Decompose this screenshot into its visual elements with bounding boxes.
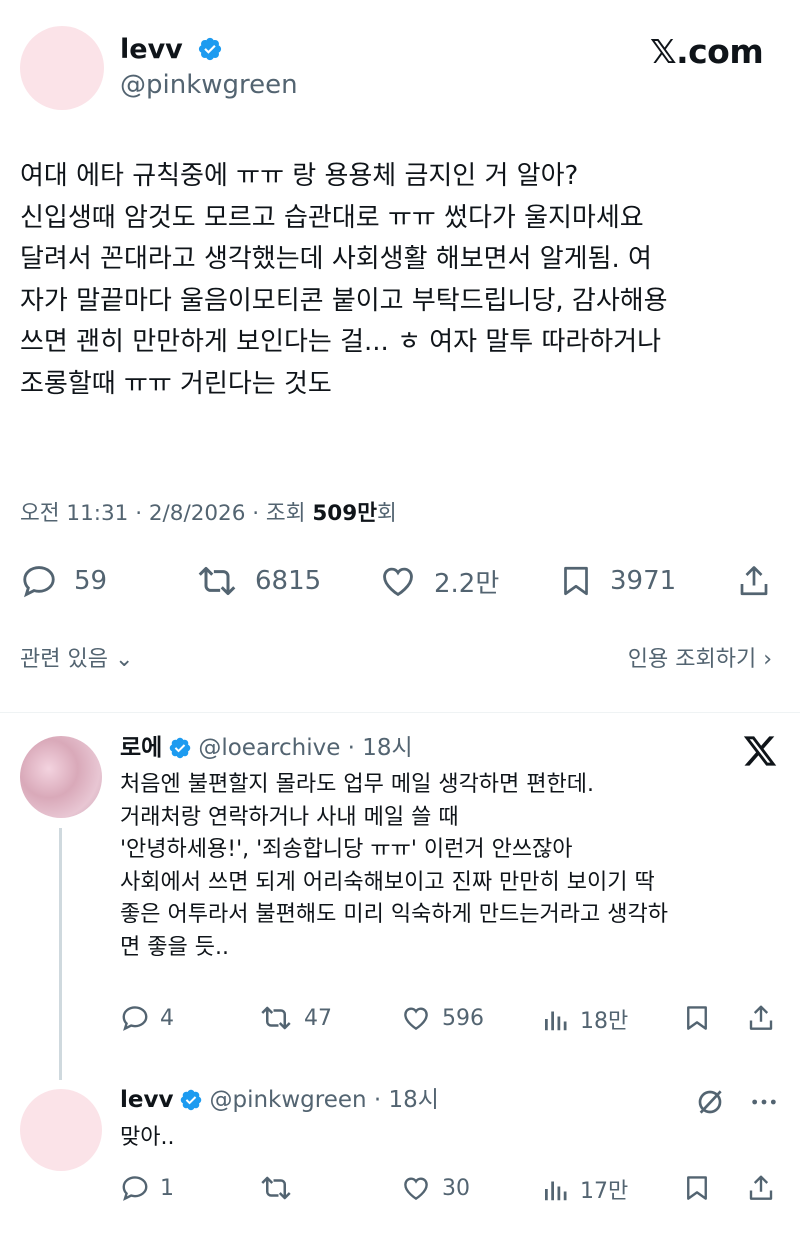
share-icon (749, 1175, 773, 1200)
x-logo-icon: 𝕏.com (650, 32, 764, 71)
reply-icon (122, 1176, 148, 1201)
more-icon[interactable] (748, 1086, 780, 1122)
share-icon (749, 1005, 773, 1030)
reply-line: '안녕하세용!', '죄송합니당 ㅠㅠ' 이런거 안쓰잖아 (120, 837, 573, 862)
retweet-button[interactable]: 47 (258, 1003, 332, 1033)
reply-button[interactable]: 59 (20, 562, 107, 600)
views-button[interactable]: 17만 (540, 1173, 628, 1205)
thread-line (59, 828, 62, 1080)
reply-icon (23, 566, 55, 598)
like-button[interactable]: 596 (400, 1003, 484, 1033)
reply-line: 거래처랑 연락하거나 사내 메일 쓸 때 (120, 804, 459, 830)
share-button[interactable] (746, 1003, 776, 1037)
retweet-icon (261, 1006, 291, 1030)
tweet-meta: 오전 11:31 · 2/8/2026 · 조회 509만회 (20, 499, 397, 529)
bookmark-count: 3971 (610, 566, 677, 596)
like-button[interactable]: 30 (400, 1173, 470, 1203)
views-icon (545, 1011, 567, 1031)
view-suffix: 회 (377, 501, 397, 526)
reply-author-name[interactable]: levv (120, 1085, 173, 1115)
reply-handle-time[interactable]: @loearchive · 18시 (198, 733, 412, 763)
reply-handle-time[interactable]: @pinkwgreen · 18시 (209, 1085, 439, 1115)
like-icon (404, 1177, 428, 1201)
bookmark-button[interactable] (682, 1003, 712, 1037)
reply-line: 처음엔 불편할지 몰라도 업무 메일 생각하면 편한데. (120, 772, 594, 797)
reply-text: 처음엔 불편할지 몰라도 업무 메일 생각하면 편한데. 거래처랑 연락하거나 … (120, 769, 780, 964)
reply-button[interactable]: 1 (120, 1173, 174, 1203)
quote-views-link[interactable]: 인용 조회하기 › (628, 645, 772, 675)
bookmark-button[interactable] (682, 1173, 712, 1207)
like-icon (404, 1007, 428, 1031)
bookmark-button[interactable]: 3971 (558, 562, 676, 600)
reply-count: 1 (160, 1175, 174, 1201)
share-button[interactable] (746, 1173, 776, 1207)
divider (0, 712, 800, 713)
tweet-line: 자가 말끝마다 울음이모티콘 붙이고 부탁드립니당, 감사해용 (20, 285, 668, 316)
like-count: 2.2만 (434, 568, 500, 599)
reply-header: levv @pinkwgreen · 18시 (120, 1085, 439, 1115)
tweet-line: 신입생때 암것도 모르고 습관대로 ㅠㅠ 썼다가 울지마세요 (20, 202, 644, 233)
like-count: 596 (442, 1005, 484, 1031)
reply-line: 좋은 어투라서 불편해도 미리 익숙하게 만드는거라고 생각하 (120, 902, 668, 927)
reply-button[interactable]: 4 (120, 1003, 174, 1033)
author-name[interactable]: levv (120, 34, 183, 65)
reply-count: 4 (160, 1005, 174, 1031)
retweet-button[interactable]: 6815 (195, 562, 321, 600)
like-count: 30 (442, 1175, 470, 1201)
retweet-icon (261, 1176, 291, 1200)
bookmark-icon (687, 1006, 707, 1030)
reply-avatar[interactable] (20, 1089, 102, 1171)
tweet-line: 여대 에타 규칙중에 ㅠㅠ 랑 용용체 금지인 거 알아? (20, 161, 579, 191)
bookmark-icon (687, 1176, 707, 1200)
verified-badge-icon (170, 737, 191, 759)
like-icon (383, 567, 413, 597)
bookmark-icon (564, 566, 588, 596)
tweet-text: 여대 에타 규칙중에 ㅠㅠ 랑 용용체 금지인 거 알아? 신입생때 암것도 모… (20, 156, 790, 405)
x-logo-icon[interactable] (742, 733, 778, 773)
author-avatar[interactable] (20, 26, 104, 110)
tweet-line: 조롱할때 ㅠㅠ 거린다는 것도 (20, 368, 332, 399)
reply-avatar[interactable] (20, 736, 102, 818)
author-handle[interactable]: @pinkwgreen (120, 70, 298, 100)
retweet-count: 47 (304, 1005, 332, 1031)
reply-line: 면 좋을 듯.. (120, 934, 229, 960)
grok-icon[interactable] (694, 1086, 726, 1122)
author-name-row: levv (120, 34, 223, 66)
verified-badge-icon (199, 37, 222, 60)
reply-line: 사회에서 쓰면 되게 어리숙해보이고 진짜 만만히 보이기 딱 (120, 869, 655, 895)
retweet-icon (198, 566, 236, 596)
reply-count: 59 (74, 566, 108, 596)
like-button[interactable]: 2.2만 (378, 562, 499, 600)
related-toggle[interactable]: 관련 있음 ⌄ (20, 645, 133, 675)
reply-author-name[interactable]: 로에 (120, 733, 162, 763)
retweet-button[interactable] (258, 1173, 304, 1203)
tweet-line: 쓰면 괜히 만만하게 보인다는 걸... ㅎ 여자 말투 따라하거나 (20, 327, 662, 357)
views-count: 18만 (580, 1009, 629, 1034)
verified-badge-icon (181, 1089, 202, 1111)
reply-header: 로에 @loearchive · 18시 (120, 733, 413, 763)
share-button[interactable] (736, 562, 772, 604)
tweet-line: 달려서 꼰대라고 생각했는데 사회생활 해보면서 알게됨. 여 (20, 244, 652, 274)
view-count: 509만 (312, 501, 377, 526)
views-count: 17만 (580, 1179, 629, 1204)
views-button[interactable]: 18만 (540, 1003, 628, 1035)
reply-icon (122, 1006, 148, 1031)
reply-text: 맞아.. (120, 1125, 175, 1150)
share-icon (740, 566, 768, 596)
retweet-count: 6815 (255, 566, 322, 596)
views-icon (545, 1181, 567, 1201)
timestamp[interactable]: 오전 11:31 · 2/8/2026 · 조회 (20, 501, 312, 526)
